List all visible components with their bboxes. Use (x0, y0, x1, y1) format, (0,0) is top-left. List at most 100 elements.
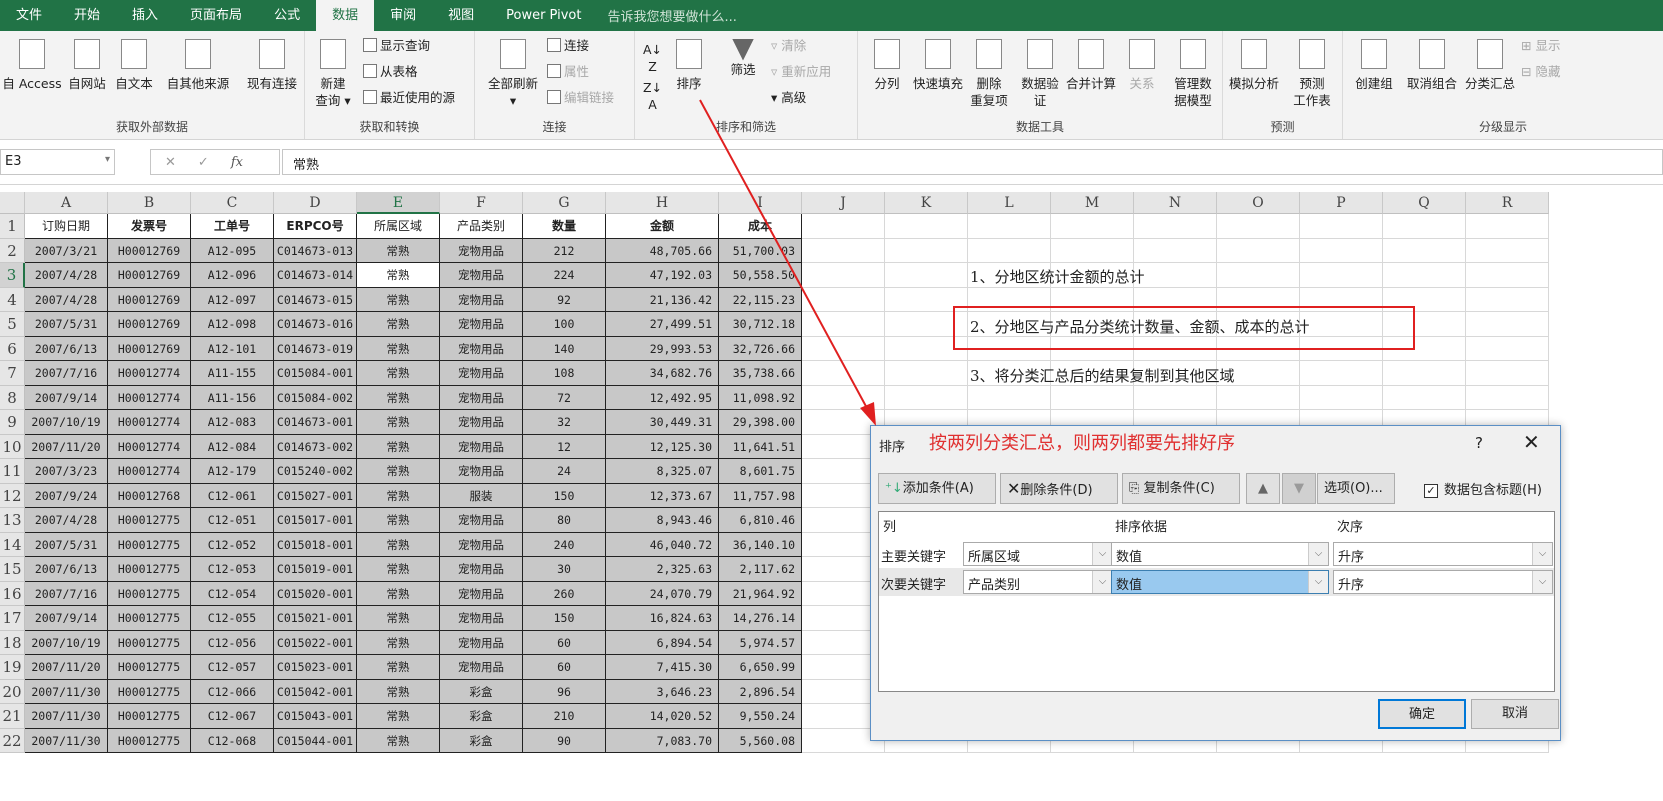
empty-cell[interactable] (802, 336, 885, 361)
data-cell[interactable]: H00012769 (108, 336, 191, 361)
data-cell[interactable]: 常熟 (357, 704, 440, 729)
column-header-A[interactable]: A (25, 192, 108, 214)
header-cell[interactable]: 工单号 (191, 214, 274, 239)
sort-level-row[interactable]: 次要关键字 产品类别 ⌵ 数值 ⌵ 升序 ⌵ (879, 568, 1554, 596)
data-cell[interactable]: 60 (523, 655, 606, 680)
data-cell[interactable]: 92 (523, 287, 606, 312)
fx-icon[interactable]: fx (231, 155, 243, 170)
copy-level-button[interactable]: ⎘ 复制条件(C) (1122, 473, 1240, 504)
data-cell[interactable]: 47,192.03 (606, 263, 719, 288)
header-cell[interactable]: 数量 (523, 214, 606, 239)
empty-cell[interactable] (885, 361, 968, 386)
confirm-icon[interactable]: ✓ (198, 155, 209, 170)
empty-cell[interactable] (1383, 361, 1466, 386)
empty-cell[interactable] (968, 385, 1051, 410)
data-cell[interactable]: 彩盒 (440, 704, 523, 729)
data-cell[interactable]: 6,894.54 (606, 630, 719, 655)
data-cell[interactable]: 11,757.98 (719, 483, 802, 508)
empty-cell[interactable] (1466, 361, 1549, 386)
data-cell[interactable]: 2007/11/20 (25, 655, 108, 680)
tab-6[interactable]: 审阅 (374, 0, 432, 31)
empty-cell[interactable] (1383, 385, 1466, 410)
sort-button[interactable]: 排序 (669, 39, 709, 92)
data-cell[interactable]: 48,705.66 (606, 238, 719, 263)
data-cell[interactable]: A12-084 (191, 434, 274, 459)
empty-cell[interactable] (1217, 238, 1300, 263)
data-cell[interactable]: 宠物用品 (440, 361, 523, 386)
data-cell[interactable]: 2007/6/13 (25, 336, 108, 361)
data-tool-button-6[interactable]: 管理数 据模型 (1168, 39, 1218, 109)
row-header-4[interactable]: 4 (0, 287, 25, 312)
data-cell[interactable]: 140 (523, 336, 606, 361)
empty-cell[interactable] (1466, 263, 1549, 288)
data-cell[interactable]: H00012775 (108, 630, 191, 655)
cancel-icon[interactable]: ✕ (165, 155, 176, 170)
empty-cell[interactable] (1466, 214, 1549, 239)
data-cell[interactable]: 11,641.51 (719, 434, 802, 459)
data-cell[interactable]: H00012769 (108, 312, 191, 337)
data-cell[interactable]: H00012775 (108, 606, 191, 631)
data-cell[interactable]: C015044-001 (274, 728, 357, 753)
data-cell[interactable]: 常熟 (357, 263, 440, 288)
move-down-button[interactable]: ▼ (1282, 473, 1316, 504)
data-cell[interactable]: 常熟 (357, 361, 440, 386)
row-header-13[interactable]: 13 (0, 508, 25, 533)
data-tool-button-2[interactable]: 删除 重复项 (964, 39, 1014, 109)
data-cell[interactable]: 常熟 (357, 630, 440, 655)
reapply-button[interactable]: ▿ 重新应用 (771, 63, 831, 80)
sort-on-dropdown[interactable]: 数值 ⌵ (1111, 542, 1329, 566)
data-cell[interactable]: 彩盒 (440, 728, 523, 753)
data-cell[interactable]: 宠物用品 (440, 581, 523, 606)
empty-cell[interactable] (1051, 385, 1134, 410)
data-cell[interactable]: 常熟 (357, 655, 440, 680)
edit-links-button[interactable]: 编辑链接 (547, 89, 614, 106)
data-cell[interactable]: 35,738.66 (719, 361, 802, 386)
data-cell[interactable]: A12-101 (191, 336, 274, 361)
empty-cell[interactable] (802, 361, 885, 386)
data-cell[interactable]: 常熟 (357, 434, 440, 459)
data-tool-button-3[interactable]: 数据验证 (1015, 39, 1065, 109)
data-cell[interactable]: H00012775 (108, 728, 191, 753)
forecast-button-0[interactable]: 模拟分析 (1225, 39, 1283, 92)
delete-level-button[interactable]: ✕删除条件(D) (1000, 473, 1118, 504)
data-cell[interactable]: 24 (523, 459, 606, 484)
advanced-button[interactable]: ▾ 高级 (771, 89, 806, 106)
data-cell[interactable]: 21,136.42 (606, 287, 719, 312)
data-cell[interactable]: C12-057 (191, 655, 274, 680)
column-header-G[interactable]: G (523, 192, 606, 214)
data-cell[interactable]: 80 (523, 508, 606, 533)
row-header-15[interactable]: 15 (0, 557, 25, 582)
empty-cell[interactable] (968, 214, 1051, 239)
column-header-P[interactable]: P (1300, 192, 1383, 214)
data-cell[interactable]: 30,449.31 (606, 410, 719, 435)
data-cell[interactable]: 宠物用品 (440, 263, 523, 288)
data-cell[interactable]: 34,682.76 (606, 361, 719, 386)
data-cell[interactable]: H00012775 (108, 679, 191, 704)
column-header-D[interactable]: D (274, 192, 357, 214)
empty-cell[interactable] (802, 238, 885, 263)
data-cell[interactable]: H00012775 (108, 508, 191, 533)
options-button[interactable]: 选项(O)... (1317, 473, 1395, 504)
empty-cell[interactable] (885, 385, 968, 410)
row-header-9[interactable]: 9 (0, 410, 25, 435)
data-cell[interactable]: 24,070.79 (606, 581, 719, 606)
has-header-checkbox[interactable]: ✓ 数据包含标题(H) (1424, 479, 1542, 498)
data-cell[interactable]: C015084-002 (274, 385, 357, 410)
data-cell[interactable]: 7,083.70 (606, 728, 719, 753)
data-cell[interactable]: C015023-001 (274, 655, 357, 680)
data-cell[interactable]: 46,040.72 (606, 532, 719, 557)
data-cell[interactable]: C015021-001 (274, 606, 357, 631)
data-cell[interactable]: C015019-001 (274, 557, 357, 582)
empty-cell[interactable] (1051, 238, 1134, 263)
data-cell[interactable]: 宠物用品 (440, 410, 523, 435)
data-cell[interactable]: 宠物用品 (440, 532, 523, 557)
cancel-button[interactable]: 取消 (1471, 699, 1559, 729)
data-cell[interactable]: C014673-013 (274, 238, 357, 263)
data-cell[interactable]: A12-179 (191, 459, 274, 484)
data-cell[interactable]: C014673-014 (274, 263, 357, 288)
data-cell[interactable]: 2007/11/30 (25, 679, 108, 704)
data-cell[interactable]: 2,117.62 (719, 557, 802, 582)
row-header-5[interactable]: 5 (0, 312, 25, 337)
data-cell[interactable]: 宠物用品 (440, 287, 523, 312)
move-up-button[interactable]: ▲ (1246, 473, 1280, 504)
